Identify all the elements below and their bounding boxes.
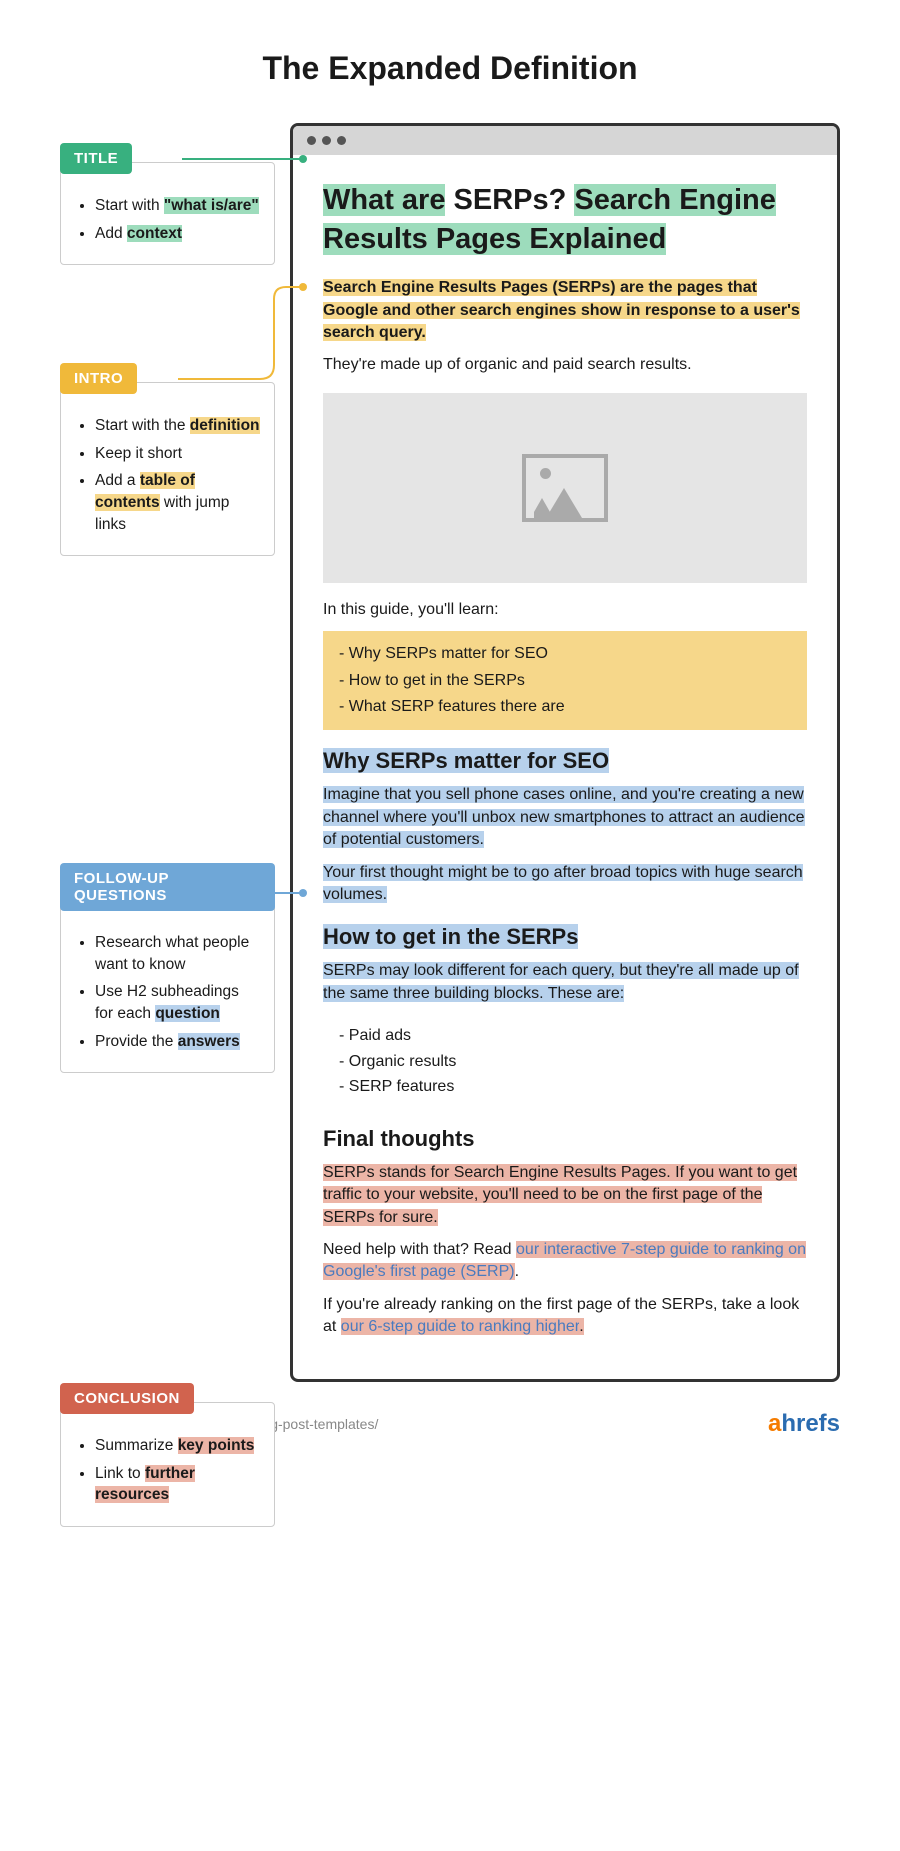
- intro-definition: Search Engine Results Pages (SERPs) are …: [323, 277, 807, 344]
- conclusion-paragraph: SERPs stands for Search Engine Results P…: [323, 1162, 807, 1229]
- annotation-conclusion: CONCLUSION Summarize key points Link to …: [60, 1383, 275, 1527]
- traffic-light-dot: [337, 136, 346, 145]
- traffic-light-dot: [307, 136, 316, 145]
- sidebar: TITLE Start with "what is/are" Add conte…: [60, 123, 290, 1382]
- annotation-followup: FOLLOW-UP QUESTIONS Research what people…: [60, 863, 275, 1073]
- conclusion-paragraph: Need help with that? Read our interactiv…: [323, 1239, 807, 1284]
- section-heading: Why SERPs matter for SEO: [323, 748, 807, 774]
- article-content: What are SERPs? Search Engine Results Pa…: [293, 155, 837, 1379]
- body-paragraph: SERPs may look different for each query,…: [323, 960, 807, 1005]
- browser-mock: What are SERPs? Search Engine Results Pa…: [290, 123, 840, 1382]
- building-blocks-list: Paid ads Organic results SERP features: [323, 1015, 807, 1108]
- annotation-intro-label: INTRO: [60, 363, 137, 394]
- traffic-light-dot: [322, 136, 331, 145]
- section-heading: How to get in the SERPs: [323, 924, 807, 950]
- brand-logo: ahrefs: [768, 1410, 840, 1438]
- annotation-followup-label: FOLLOW-UP QUESTIONS: [60, 863, 275, 911]
- browser-titlebar: [293, 126, 837, 155]
- guide-lead: In this guide, you'll learn:: [323, 599, 807, 621]
- body-paragraph: Imagine that you sell phone cases online…: [323, 784, 807, 851]
- table-of-contents: Why SERPs matter for SEO How to get in t…: [323, 631, 807, 730]
- intro-followup: They're made up of organic and paid sear…: [323, 354, 807, 376]
- resource-link[interactable]: our 6-step guide to ranking higher: [341, 1318, 579, 1335]
- diagram-layout: TITLE Start with "what is/are" Add conte…: [60, 123, 840, 1382]
- annotation-conclusion-label: CONCLUSION: [60, 1383, 194, 1414]
- section-heading-final: Final thoughts: [323, 1126, 807, 1152]
- conclusion-paragraph: If you're already ranking on the first p…: [323, 1294, 807, 1339]
- annotation-title-label: TITLE: [60, 143, 132, 174]
- body-paragraph: Your first thought might be to go after …: [323, 862, 807, 907]
- article-heading: What are SERPs? Search Engine Results Pa…: [323, 181, 807, 259]
- annotation-title: TITLE Start with "what is/are" Add conte…: [60, 143, 275, 265]
- page-title: The Expanded Definition: [60, 50, 840, 87]
- annotation-intro: INTRO Start with the definition Keep it …: [60, 363, 275, 556]
- image-placeholder: [323, 393, 807, 583]
